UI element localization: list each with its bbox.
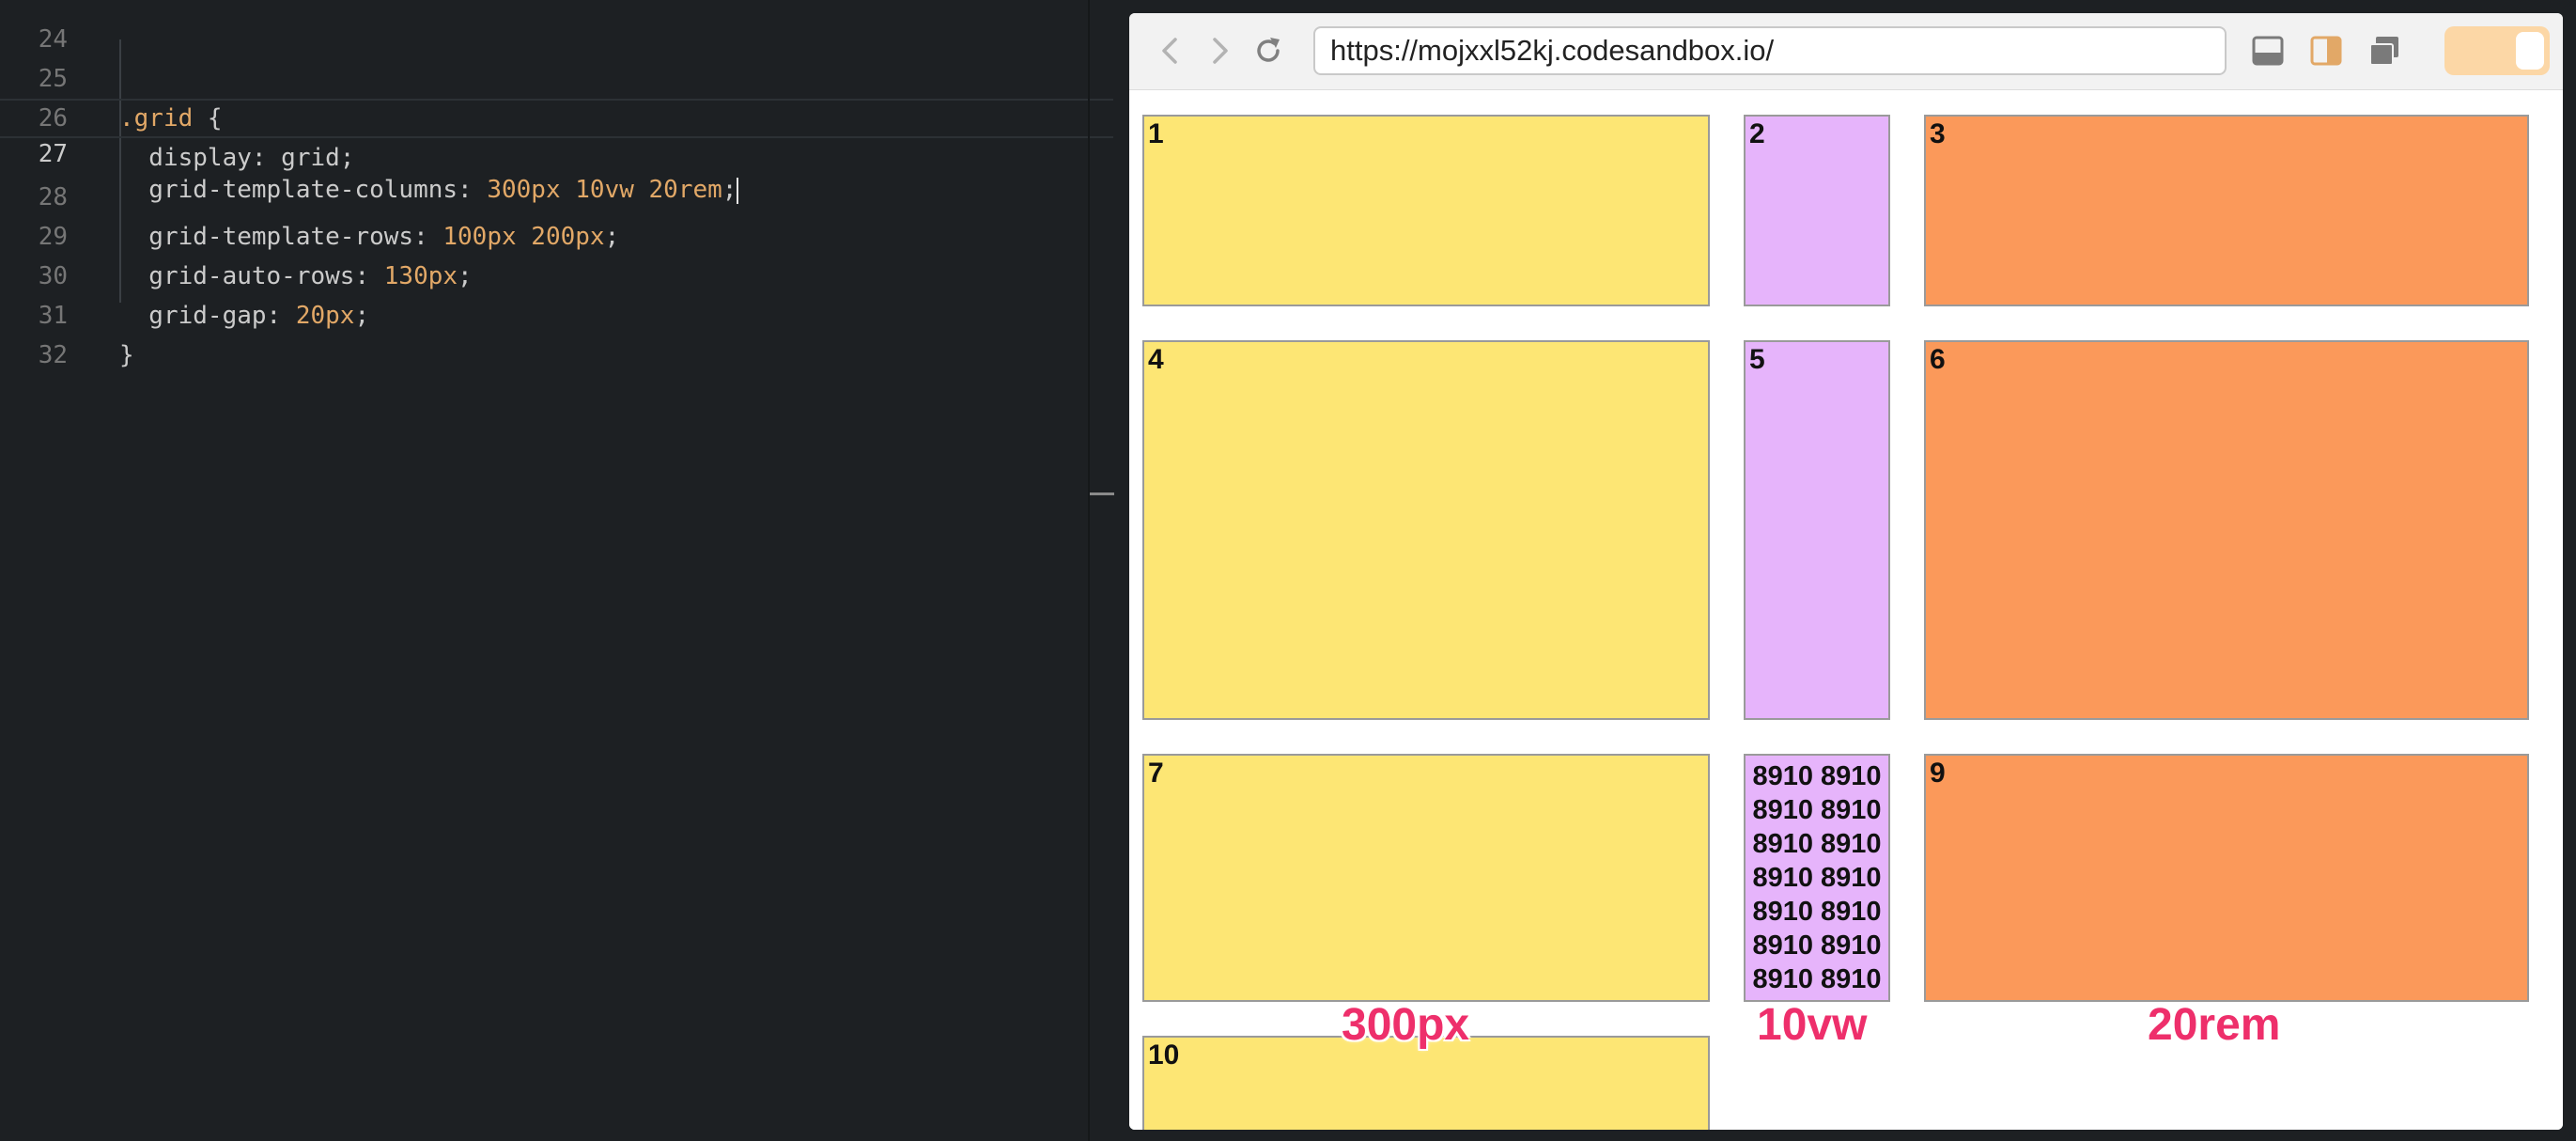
column-label-20rem: 20rem xyxy=(2148,1000,2281,1050)
column-label-10vw: 10vw xyxy=(1757,1000,1868,1050)
grid-item-1: 1 xyxy=(1142,115,1710,306)
code-line[interactable]: 24 xyxy=(0,0,1113,54)
column-label-300px: 300px xyxy=(1342,1000,1470,1050)
code-line[interactable]: 29 grid-auto-rows: 130px; xyxy=(0,178,1113,290)
chevron-left-icon[interactable] xyxy=(1152,30,1189,71)
grid-item-4: 4 xyxy=(1142,340,1710,720)
grid-item-6: 6 xyxy=(1924,340,2529,720)
splitter-handle[interactable] xyxy=(1090,492,1114,495)
grid-item-8: 8910 8910 8910 8910 8910 8910 8910 8910 … xyxy=(1744,754,1890,1002)
screen: 24 25 .grid { 26 display: grid; 27 grid-… xyxy=(0,0,2576,1141)
chevron-right-icon[interactable] xyxy=(1201,30,1238,71)
code-editor[interactable]: 24 25 .grid { 26 display: grid; 27 grid-… xyxy=(0,0,1113,1141)
grid-item-7: 7 xyxy=(1142,754,1710,1002)
grid-item-2: 2 xyxy=(1744,115,1890,306)
preview-viewport: 1 2 3 4 5 6 7 8910 8910 8910 8910 8910 8… xyxy=(1129,90,2563,1130)
browser-toolbar: https://mojxxl52kj.codesandbox.io/ xyxy=(1129,13,2563,90)
pane-divider[interactable] xyxy=(1088,0,1090,1141)
code-line[interactable]: 32 xyxy=(0,296,1113,369)
copy-windows-icon[interactable] xyxy=(2367,34,2401,68)
code-line[interactable]: 31 } xyxy=(0,257,1113,369)
code-line[interactable]: 28 grid-template-rows: 100px 200px; xyxy=(0,138,1113,251)
toggle-knob xyxy=(2516,32,2544,70)
grid-item-9: 9 xyxy=(1924,754,2529,1002)
panel-bottom-icon[interactable] xyxy=(2251,34,2285,68)
browser-preview: https://mojxxl52kj.codesandbox.io/ 1 2 3… xyxy=(1129,13,2563,1130)
grid-item-5: 5 xyxy=(1744,340,1890,720)
url-input[interactable]: https://mojxxl52kj.codesandbox.io/ xyxy=(1313,26,2227,75)
reload-icon[interactable] xyxy=(1249,30,1287,71)
code-line[interactable]: 30 grid-gap: 20px; xyxy=(0,217,1113,330)
code-line[interactable]: 26 display: grid; xyxy=(0,59,1113,172)
grid-item-3: 3 xyxy=(1924,115,2529,306)
code-line-active[interactable]: 27 grid-template-columns: 300px 10vw 20r… xyxy=(0,99,1113,204)
code-text: } xyxy=(119,336,134,375)
theme-toggle[interactable] xyxy=(2444,26,2550,75)
line-number: 32 xyxy=(38,341,68,369)
panel-split-icon[interactable] xyxy=(2309,34,2343,68)
code-line[interactable]: 25 .grid { xyxy=(0,20,1113,133)
code-brace: } xyxy=(119,341,134,369)
